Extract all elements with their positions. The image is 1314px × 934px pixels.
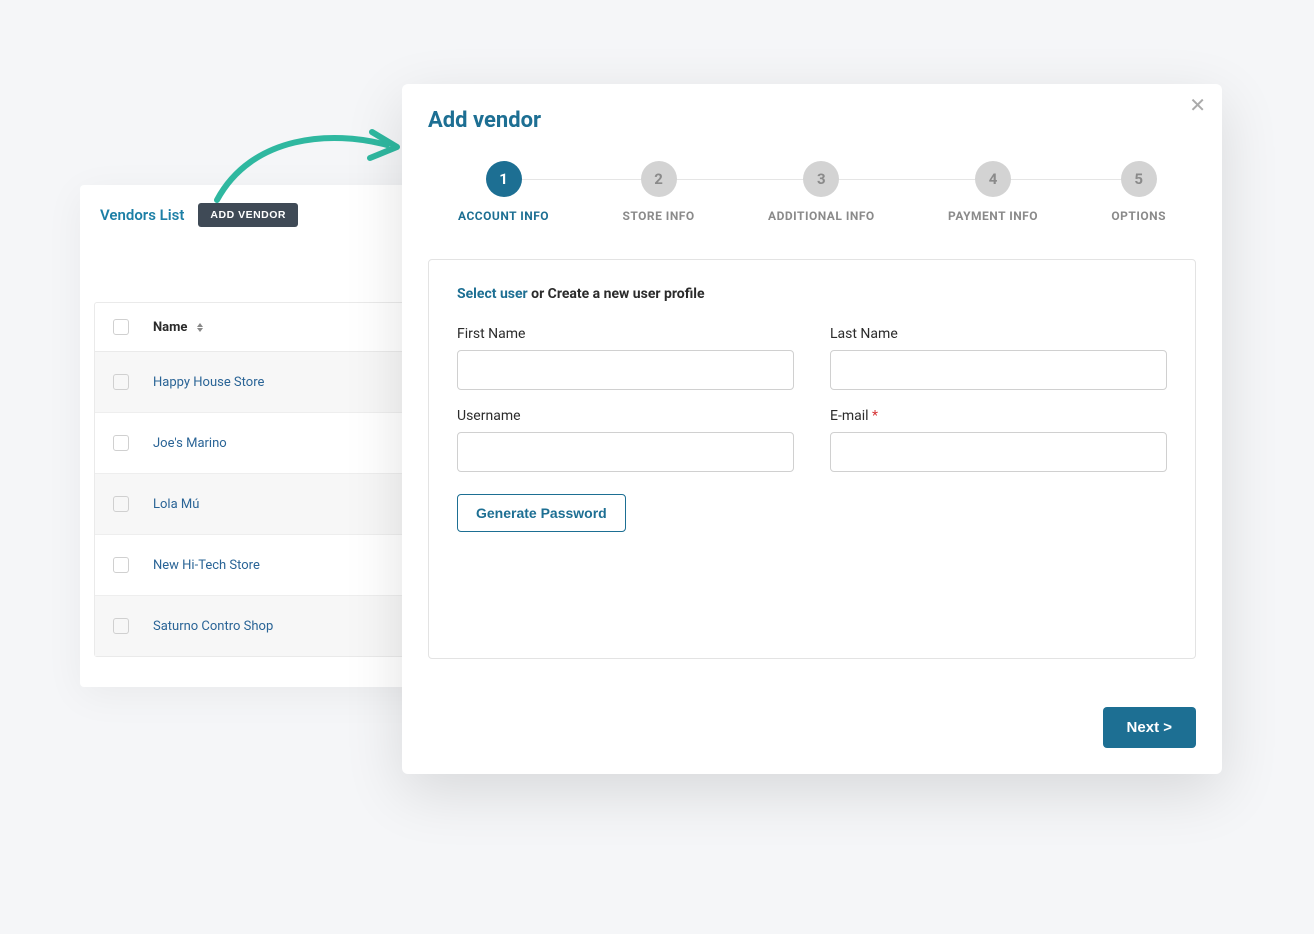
vendors-title: Vendors List — [100, 206, 184, 224]
stepper: 1 ACCOUNT INFO 2 STORE INFO 3 ADDITIONAL… — [428, 161, 1196, 223]
select-all-checkbox[interactable] — [113, 319, 129, 335]
row-checkbox[interactable] — [113, 435, 129, 451]
vendor-link[interactable]: Saturno Contro Shop — [153, 619, 273, 634]
step-number: 5 — [1121, 161, 1157, 197]
form-grid: First Name Last Name Username E-mail * — [457, 326, 1167, 472]
step-store-info[interactable]: 2 STORE INFO — [622, 161, 694, 223]
row-checkbox[interactable] — [113, 374, 129, 390]
first-name-input[interactable] — [457, 350, 794, 390]
email-field: E-mail * — [830, 408, 1167, 472]
vendor-link[interactable]: Lola Mú — [153, 497, 199, 512]
username-label: Username — [457, 408, 794, 424]
name-column-header[interactable]: Name — [153, 320, 203, 335]
first-name-field: First Name — [457, 326, 794, 390]
add-vendor-modal: ✕ Add vendor 1 ACCOUNT INFO 2 STORE INFO… — [402, 84, 1222, 774]
form-container: Select user or Create a new user profile… — [428, 259, 1196, 659]
step-number: 1 — [486, 161, 522, 197]
select-user-line: Select user or Create a new user profile — [457, 286, 1167, 302]
row-checkbox[interactable] — [113, 618, 129, 634]
username-input[interactable] — [457, 432, 794, 472]
generate-password-button[interactable]: Generate Password — [457, 494, 626, 532]
required-asterisk: * — [872, 408, 878, 424]
vendor-link[interactable]: Joe's Marino — [153, 436, 227, 451]
add-vendor-button[interactable]: ADD VENDOR — [198, 203, 298, 227]
last-name-input[interactable] — [830, 350, 1167, 390]
step-options[interactable]: 5 OPTIONS — [1111, 161, 1166, 223]
email-input[interactable] — [830, 432, 1167, 472]
first-name-label: First Name — [457, 326, 794, 342]
create-profile-text: or Create a new user profile — [528, 286, 705, 302]
step-label: ADDITIONAL INFO — [768, 209, 875, 223]
close-button[interactable]: ✕ — [1189, 96, 1206, 116]
sort-icon — [197, 323, 203, 332]
last-name-field: Last Name — [830, 326, 1167, 390]
step-label: STORE INFO — [622, 209, 694, 223]
row-checkbox[interactable] — [113, 557, 129, 573]
row-checkbox[interactable] — [113, 496, 129, 512]
step-label: ACCOUNT INFO — [458, 209, 549, 223]
last-name-label: Last Name — [830, 326, 1167, 342]
step-number: 4 — [975, 161, 1011, 197]
step-label: OPTIONS — [1111, 209, 1166, 223]
step-account-info[interactable]: 1 ACCOUNT INFO — [458, 161, 549, 223]
step-payment-info[interactable]: 4 PAYMENT INFO — [948, 161, 1038, 223]
step-number: 3 — [803, 161, 839, 197]
vendor-link[interactable]: Happy House Store — [153, 375, 264, 390]
next-button[interactable]: Next > — [1103, 707, 1196, 748]
select-user-link[interactable]: Select user — [457, 286, 528, 302]
vendor-link[interactable]: New Hi-Tech Store — [153, 558, 260, 573]
step-additional-info[interactable]: 3 ADDITIONAL INFO — [768, 161, 875, 223]
step-number: 2 — [641, 161, 677, 197]
email-label: E-mail * — [830, 408, 1167, 424]
modal-title: Add vendor — [428, 108, 1196, 133]
step-label: PAYMENT INFO — [948, 209, 1038, 223]
username-field: Username — [457, 408, 794, 472]
modal-footer: Next > — [428, 707, 1196, 748]
